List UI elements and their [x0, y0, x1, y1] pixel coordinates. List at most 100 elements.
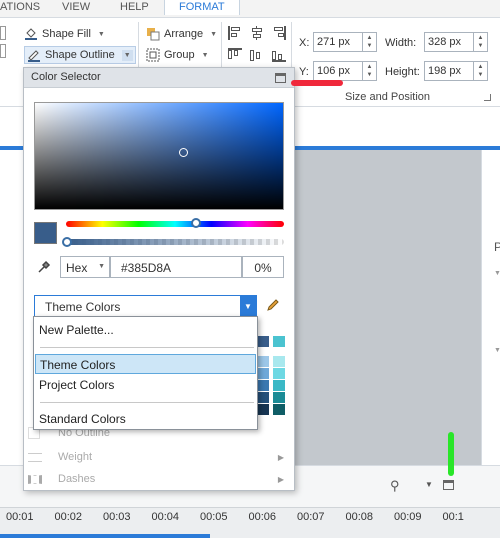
spin-arrows-icon[interactable]: ▲ ▼ [473, 62, 487, 80]
timeline-tick-label: 00:09 [394, 511, 422, 523]
group-icon [146, 48, 160, 62]
y-label: Y: [299, 66, 309, 78]
color-cell[interactable] [257, 336, 269, 347]
timeline-progress [0, 534, 210, 538]
y-value: 106 px [317, 65, 351, 77]
color-cell[interactable] [257, 368, 269, 379]
x-position-input[interactable]: 271 px ▲ ▼ [313, 32, 377, 52]
dialog-launcher-icon[interactable] [484, 94, 491, 101]
chevron-down-icon: ▼ [121, 49, 133, 61]
transparency-input[interactable]: 0% [242, 256, 284, 278]
spin-arrows-icon[interactable]: ▲ ▼ [473, 33, 487, 51]
hue-slider[interactable] [66, 221, 284, 227]
dropdown-item-new-palette[interactable]: New Palette... [35, 320, 256, 340]
timeline-tick-label: 00:05 [200, 511, 228, 523]
eyedropper-icon[interactable] [37, 260, 51, 274]
restore-icon[interactable] [443, 480, 454, 490]
hex-value-input[interactable]: #385D8A [110, 256, 242, 278]
tab-help[interactable]: HELP [120, 1, 149, 13]
ribbon-tabs: ATIONS VIEW HELP FORMAT [0, 0, 500, 17]
align-right-icon[interactable] [272, 26, 286, 40]
align-left-icon[interactable] [228, 26, 242, 40]
group-button[interactable]: Group ▼ [146, 48, 209, 62]
chevron-down-icon[interactable]: ▼ [494, 270, 500, 277]
slide-stage[interactable] [295, 150, 481, 465]
width-value: 328 px [428, 36, 462, 48]
spin-arrows-icon[interactable]: ▲ ▼ [362, 33, 376, 51]
align-middle-icon[interactable] [250, 48, 264, 62]
properties-panel-edge: P ▼ ▼ [481, 150, 500, 465]
spin-arrows-icon[interactable]: ▲ ▼ [362, 62, 376, 80]
transparency-slider-handle[interactable] [62, 237, 72, 247]
transparency-slider[interactable] [66, 239, 284, 245]
color-selector-title: Color Selector [31, 71, 101, 83]
chevron-right-icon: ▶ [277, 474, 284, 484]
color-cell[interactable] [273, 368, 285, 379]
annotation-red-mark [291, 80, 343, 86]
line-weight-icon [28, 452, 42, 462]
chevron-down-icon[interactable]: ▼ [240, 296, 256, 316]
width-input[interactable]: 328 px ▲ ▼ [424, 32, 488, 52]
height-input[interactable]: 198 px ▲ ▼ [424, 61, 488, 81]
paint-bucket-icon [25, 28, 37, 40]
color-cell[interactable] [273, 404, 285, 415]
timeline-tick-label: 00:01 [6, 511, 34, 523]
color-cell[interactable] [257, 380, 269, 391]
color-cell[interactable] [273, 392, 285, 403]
current-color-swatch [34, 222, 57, 244]
palette-dropdown-list: New Palette... Theme Colors Project Colo… [33, 316, 258, 430]
saturation-value-picker[interactable] [34, 102, 284, 210]
color-cell[interactable] [273, 336, 285, 347]
fit-icon[interactable]: ⚲ [390, 478, 400, 494]
y-position-input[interactable]: 106 px ▲ ▼ [313, 61, 377, 81]
timeline-tick-label: 00:1 [442, 511, 464, 523]
dropdown-item-standard-colors[interactable]: Standard Colors [35, 409, 256, 429]
shape-fill-label: Shape Fill [42, 28, 91, 40]
color-cell[interactable] [257, 404, 269, 415]
timeline-tick-label: 00:08 [345, 511, 374, 523]
color-cell[interactable] [273, 356, 285, 367]
shape-outline-label: Shape Outline [45, 49, 115, 61]
align-bottom-icon[interactable] [272, 48, 286, 62]
ribbon-left-stub-2[interactable] [0, 44, 6, 58]
annotation-green-mark [448, 432, 454, 476]
align-row-1 [228, 26, 286, 40]
chevron-down-icon[interactable]: ▼ [494, 347, 500, 354]
chevron-down-icon[interactable]: ▼ [425, 480, 433, 489]
color-selector-header: Color Selector [24, 68, 294, 88]
chevron-right-icon: ▶ [277, 452, 284, 462]
menu-dashes[interactable]: Dashes ▶ [24, 468, 294, 490]
color-cell[interactable] [257, 392, 269, 403]
panel-letter: P [494, 240, 500, 254]
dropdown-item-theme-colors[interactable]: Theme Colors [35, 354, 256, 374]
arrange-button[interactable]: Arrange ▼ [146, 27, 217, 41]
palette-select-value: Theme Colors [45, 300, 121, 314]
dropdown-separator [40, 402, 254, 403]
picker-cursor[interactable] [179, 148, 188, 157]
shape-fill-button[interactable]: Shape Fill ▼ [24, 27, 105, 41]
x-value: 271 px [317, 36, 351, 48]
pencil-icon[interactable] [265, 297, 281, 313]
align-top-icon[interactable] [228, 48, 242, 62]
size-position-group-label: Size and Position [345, 91, 430, 103]
menu-weight[interactable]: Weight ▶ [24, 446, 294, 468]
x-label: X: [299, 37, 310, 49]
tab-format[interactable]: FORMAT [164, 0, 240, 15]
restore-icon[interactable] [275, 73, 286, 83]
shape-outline-button[interactable]: Shape Outline ▼ [24, 46, 136, 64]
hue-slider-handle[interactable] [191, 218, 201, 228]
palette-select[interactable]: Theme Colors ▼ [34, 295, 257, 317]
align-center-icon[interactable] [250, 26, 264, 40]
tab-view[interactable]: VIEW [62, 1, 90, 13]
menu-dashes-label: Dashes [58, 473, 96, 485]
dash-style-icon [28, 474, 42, 484]
dropdown-item-project-colors[interactable]: Project Colors [35, 375, 256, 395]
chevron-down-icon: ▼ [210, 30, 218, 38]
color-format-select[interactable]: Hex ▼ [60, 256, 110, 278]
align-row-2 [228, 48, 286, 62]
color-cell[interactable] [257, 356, 269, 367]
color-cell[interactable] [273, 380, 285, 391]
ribbon-left-stub[interactable] [0, 26, 6, 40]
menu-weight-label: Weight [58, 451, 93, 463]
tab-animations[interactable]: ATIONS [0, 1, 40, 13]
